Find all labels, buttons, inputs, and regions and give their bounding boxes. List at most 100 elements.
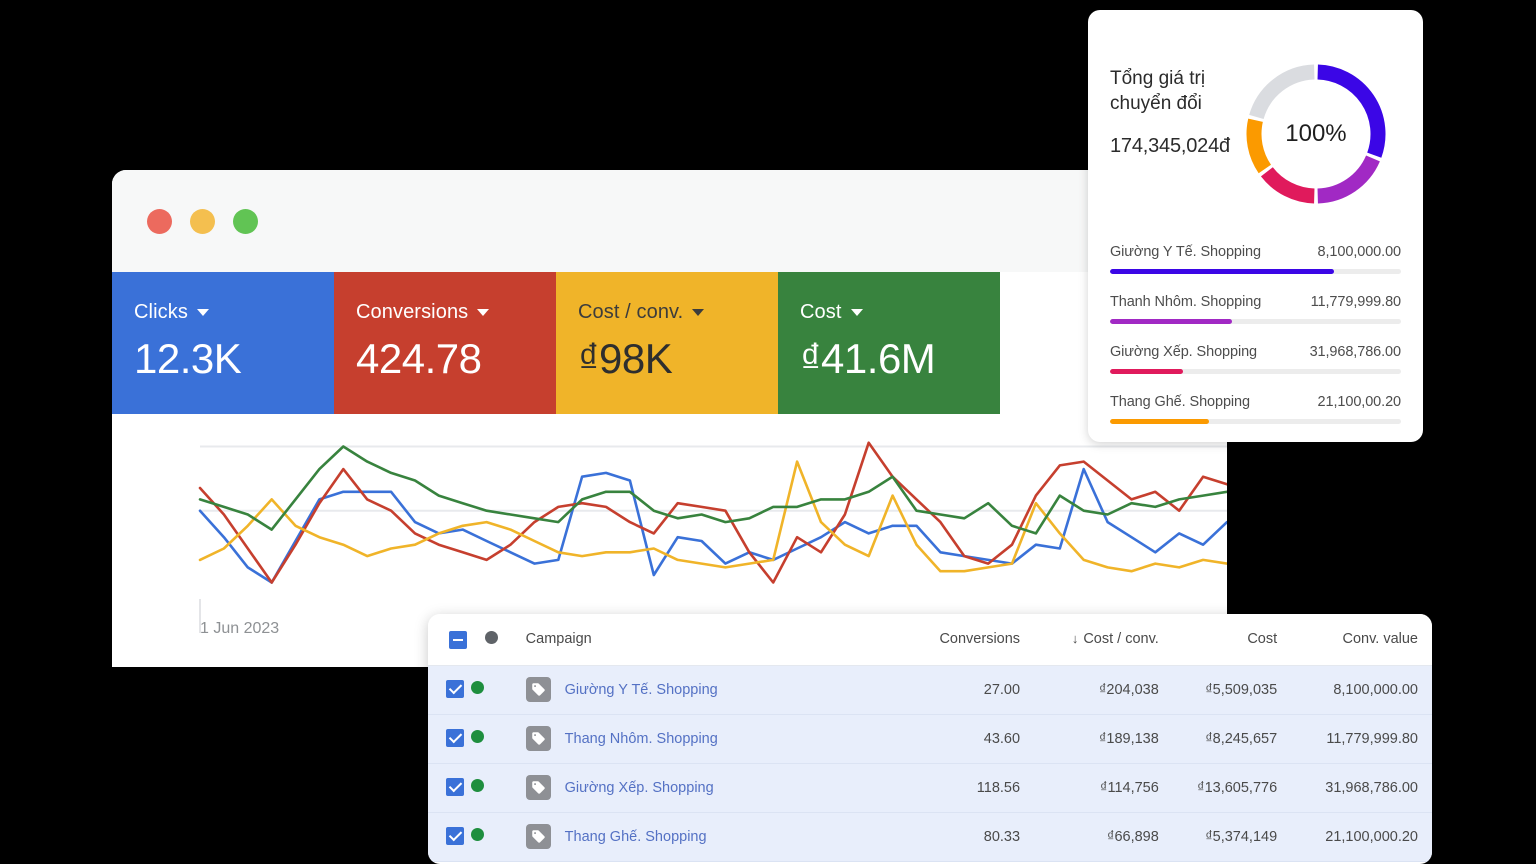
kpi-card-yellow[interactable]: Cost / conv.₫98K [556,272,778,414]
table-row[interactable]: Giường Xếp. Shopping118.56₫114,756₫13,60… [428,763,1432,812]
kpi-card-label: Cost / conv. [578,301,704,324]
cell-cost-per-conv: ₫114,756 [1034,763,1173,812]
legend-row: Giường Y Tế. Shopping8,100,000.00 [1110,244,1401,260]
donut-title-line2: chuyển đổi [1110,93,1202,114]
legend-item-value: 11,779,999.80 [1311,294,1401,310]
cell-cost-per-conv: ₫204,038 [1034,665,1173,714]
campaign-cell-inner: Thang Ghế. Shopping [526,824,884,849]
table-row[interactable]: Giường Y Tế. Shopping27.00₫204,038₫5,509… [428,665,1432,714]
donut-legend-list: Giường Y Tế. Shopping8,100,000.00 Thanh N… [1088,210,1423,424]
chevron-down-icon[interactable] [851,309,863,316]
legend-progress-track [1110,269,1401,274]
campaign-link[interactable]: Thang Ghế. Shopping [565,829,707,845]
cell-cost: ₫5,374,149 [1173,812,1291,861]
campaign-table: Campaign Conversions ↓ Cost / conv. Cost … [428,614,1432,862]
cell-conversions: 27.00 [897,665,1034,714]
kpi-card-row: Clicks12.3KConversions424.78Cost / conv.… [112,272,1227,414]
row-select-cell[interactable] [428,763,471,812]
row-status-cell [471,812,512,861]
status-header-cell [471,614,512,665]
legend-progress-track [1110,369,1401,374]
column-header-cost-per-conv[interactable]: ↓ Cost / conv. [1034,614,1173,665]
chart-series-line [200,462,1227,572]
table-row[interactable]: Thang Nhôm. Shopping43.60₫189,138₫8,245,… [428,714,1432,763]
kpi-label-text: Cost [800,301,842,324]
conversion-value-card: Tổng giá trị chuyển đổi 174,345,024đ 100… [1088,10,1423,442]
legend-item-value: 8,100,000.00 [1318,244,1401,260]
browser-window: Clicks12.3KConversions424.78Cost / conv.… [112,170,1227,667]
cell-conversions: 80.33 [897,812,1034,861]
legend-progress-fill [1110,319,1232,324]
legend-item-name: Thanh Nhôm. Shopping [1110,294,1261,310]
campaign-cell-inner: Thang Nhôm. Shopping [526,726,884,751]
legend-row: Thanh Nhôm. Shopping 11,779,999.80 [1110,294,1401,310]
column-header-campaign[interactable]: Campaign [512,614,898,665]
status-dot-icon [471,730,484,743]
row-checkbox[interactable] [446,680,464,698]
row-select-cell[interactable] [428,665,471,714]
select-all-checkbox[interactable] [449,631,467,649]
kpi-card-red[interactable]: Conversions 424.78 [334,272,556,414]
chart-series-line [200,447,1227,534]
kpi-card-blue[interactable]: Clicks 12.3K [112,272,334,414]
donut-chart: 100% [1240,58,1392,210]
campaign-link[interactable]: Thang Nhôm. Shopping [565,731,718,747]
kpi-card-label: Conversions [356,301,489,324]
donut-total-value: 174,345,024đ [1110,135,1230,158]
row-status-cell [471,714,512,763]
close-icon[interactable] [147,209,172,234]
campaign-link[interactable]: Giường Y Tế. Shopping [565,682,718,698]
chevron-down-icon[interactable] [197,309,209,316]
kpi-card-label: Clicks [134,301,209,324]
row-checkbox[interactable] [446,827,464,845]
table-row[interactable]: Thang Ghế. Shopping80.33₫66,898₫5,374,14… [428,812,1432,861]
column-header-conversions[interactable]: Conversions [897,614,1034,665]
campaign-table-head: Campaign Conversions ↓ Cost / conv. Cost … [428,614,1432,665]
chevron-down-icon[interactable] [477,309,489,316]
status-dot-icon [471,681,484,694]
cell-conv-value: 31,968,786.00 [1291,763,1432,812]
row-select-cell[interactable] [428,812,471,861]
window-titlebar [112,170,1227,272]
select-all-cell[interactable] [428,614,471,665]
row-checkbox[interactable] [446,729,464,747]
legend-progress-fill [1110,269,1334,274]
legend-item: Giường Xếp. Shopping31,968,786.00 [1110,344,1401,374]
campaign-link[interactable]: Giường Xếp. Shopping [565,780,714,796]
cell-conv-value: 11,779,999.80 [1291,714,1432,763]
cell-conversions: 43.60 [897,714,1034,763]
tag-icon [526,726,551,751]
column-header-cost[interactable]: Cost [1173,614,1291,665]
column-header-cost-per-conv-label: Cost / conv. [1083,631,1158,647]
minimize-icon[interactable] [190,209,215,234]
maximize-icon[interactable] [233,209,258,234]
sort-descending-icon: ↓ [1072,631,1079,646]
tag-icon [526,775,551,800]
campaign-cell-inner: Giường Xếp. Shopping [526,775,884,800]
campaign-name-cell: Thang Ghế. Shopping [512,812,898,861]
legend-progress-track [1110,319,1401,324]
campaign-table-card: Campaign Conversions ↓ Cost / conv. Cost … [428,614,1432,864]
row-status-cell [471,665,512,714]
kpi-card-green[interactable]: Cost₫41.6M [778,272,1000,414]
legend-item-name: Thang Ghế. Shopping [1110,394,1250,410]
legend-item: Thanh Nhôm. Shopping 11,779,999.80 [1110,294,1401,324]
column-header-conv-value[interactable]: Conv. value [1291,614,1432,665]
legend-item-value: 31,968,786.00 [1310,344,1401,360]
row-checkbox[interactable] [446,778,464,796]
cell-conversions: 118.56 [897,763,1034,812]
donut-card-texts: Tổng giá trị chuyển đổi 174,345,024đ [1110,58,1230,210]
table-header-row: Campaign Conversions ↓ Cost / conv. Cost … [428,614,1432,665]
campaign-cell-inner: Giường Y Tế. Shopping [526,677,884,702]
campaign-name-cell: Giường Y Tế. Shopping [512,665,898,714]
kpi-label-text: Cost / conv. [578,301,683,324]
tag-icon [526,677,551,702]
kpi-card-value: 12.3K [134,335,334,383]
kpi-card-value: 424.78 [356,335,556,383]
legend-item: Thang Ghế. Shopping21,100,00.20 [1110,394,1401,424]
kpi-label-text: Clicks [134,301,188,324]
legend-progress-fill [1110,419,1209,424]
chevron-down-icon[interactable] [692,309,704,316]
row-select-cell[interactable] [428,714,471,763]
status-dot-icon [471,828,484,841]
